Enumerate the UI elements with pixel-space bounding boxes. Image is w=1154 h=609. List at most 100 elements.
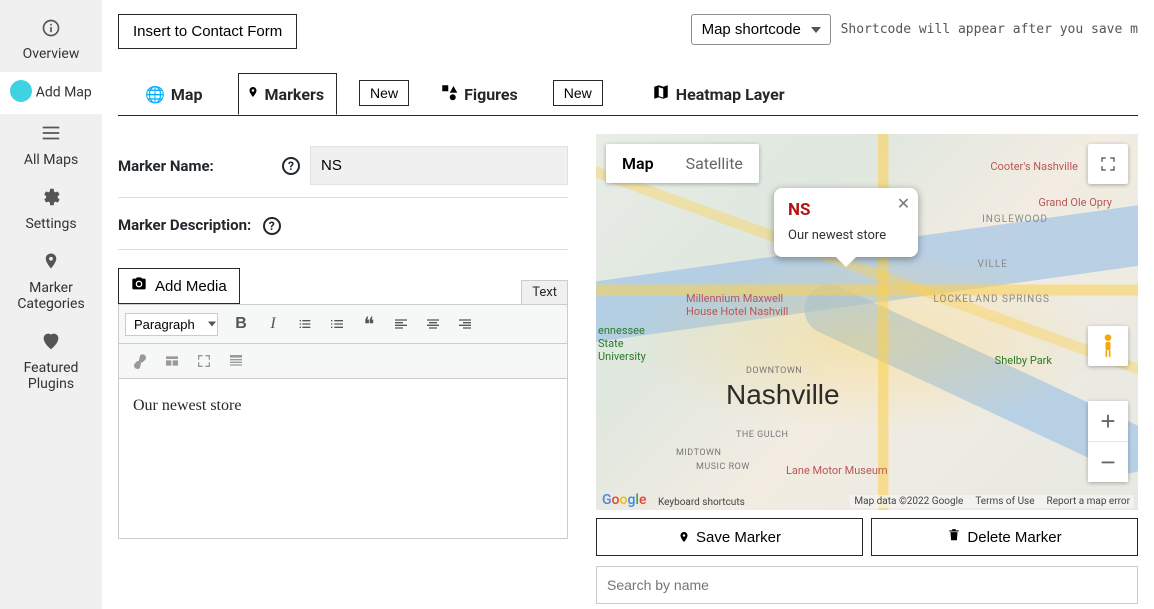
map-data-label: Map data ©2022 Google [854,496,963,507]
align-center-button[interactable] [418,309,448,339]
sidebar-item-featured-plugins[interactable]: Featured Plugins [0,322,102,402]
fullscreen-button[interactable] [1088,144,1128,184]
tab-label: Map [171,85,203,104]
map-region-label: LOCKELAND SPRINGS [933,294,1050,305]
map-type-control: Map Satellite [606,144,759,183]
toolbar-toggle-button[interactable] [221,346,251,376]
marker-desc-label: Marker Description: [118,216,251,234]
editor-toolbar: Paragraph B I ❝ [118,304,568,344]
add-media-button[interactable]: Add Media [118,268,240,304]
tab-figures[interactable]: Figures [431,72,531,116]
info-window-desc: Our newest store [788,228,886,243]
bullet-list-button[interactable] [290,309,320,339]
sidebar-item-label: Overview [23,46,80,62]
report-link[interactable]: Report a map error [1047,496,1130,507]
marker-name-field: Marker Name: ? [118,134,568,198]
fullscreen-button[interactable] [189,346,219,376]
map-region-label: INGLEWOOD [982,214,1048,225]
top-row: Insert to Contact Form Map shortcode Sho… [118,14,1138,49]
figures-new-button[interactable]: New [553,80,603,106]
paragraph-select[interactable]: Paragraph [125,313,218,336]
sidebar: Overview + Add Map All Maps Settings Mar… [0,0,102,609]
marker-desc-row: Marker Description: ? [118,198,568,250]
sidebar-item-label: Add Map [36,85,92,101]
terms-link[interactable]: Terms of Use [975,496,1034,507]
tab-label: Heatmap Layer [676,85,785,104]
sidebar-item-label: Settings [25,216,76,232]
map-poi-label: Cooter's Nashville [990,160,1078,173]
zoom-out-button[interactable]: − [1088,442,1128,482]
sidebar-item-label: Marker Categories [17,280,84,312]
sidebar-item-marker-categories[interactable]: Marker Categories [0,242,102,322]
close-icon[interactable]: ✕ [897,194,910,214]
info-window-title: NS [788,200,886,220]
zoom-control: + − [1088,401,1128,482]
tab-markers[interactable]: Markers [238,73,338,115]
pegman-control[interactable] [1088,326,1128,366]
keyboard-shortcuts-link[interactable]: Keyboard shortcuts [658,497,745,508]
map-park-label: Shelby Park [995,354,1052,367]
insert-contact-form-button[interactable]: Insert to Contact Form [118,14,297,49]
google-logo: Google [602,492,646,508]
tab-heatmap[interactable]: Heatmap Layer [643,72,798,116]
italic-button[interactable]: I [258,309,288,339]
editor-body[interactable]: Our newest store [118,379,568,539]
link-button[interactable] [125,346,155,376]
map-city-label: Nashville [726,379,840,411]
markers-new-button[interactable]: New [359,80,409,106]
insert-button[interactable] [157,346,187,376]
gear-icon [4,186,98,214]
editor-top: Add Media Text [118,268,568,304]
sidebar-item-all-maps[interactable]: All Maps [0,114,102,178]
tab-label: Figures [464,85,518,104]
sidebar-item-add-map[interactable]: + Add Map [0,72,102,114]
info-window: ✕ NS Our newest store [774,188,918,257]
marker-name-label: Marker Name: [118,157,268,175]
list-icon [4,122,98,150]
search-row [596,566,1138,604]
number-list-button[interactable] [322,309,352,339]
pin-icon [4,250,98,278]
marker-name-input[interactable] [310,146,568,185]
help-icon[interactable]: ? [263,217,281,235]
map-tsu-label: ennesseeStateUniversity [598,324,646,363]
sidebar-item-label: All Maps [24,152,78,168]
shortcode-note: Shortcode will appear after you save m [841,22,1138,37]
delete-marker-button[interactable]: Delete Marker [871,518,1138,556]
editor-wrap: Add Media Text Paragraph B I [118,268,568,539]
plus-circle-icon: + [10,80,32,102]
map-credits: Map data ©2022 Google Terms of Use Repor… [850,495,1134,508]
trash-icon [947,527,961,547]
map-neigh-label: DOWNTOWN [746,366,802,376]
shapes-icon [440,83,458,105]
map-type-map[interactable]: Map [606,144,670,183]
info-icon [4,16,98,44]
shortcode-row: Map shortcode Shortcode will appear afte… [691,14,1138,45]
sidebar-item-settings[interactable]: Settings [0,178,102,242]
help-icon[interactable]: ? [282,157,300,175]
search-input[interactable] [596,566,1138,604]
save-marker-button[interactable]: Save Marker [596,518,863,556]
map-column: Map Satellite + − Nashville [596,134,1138,604]
map-region-label: VILLE [977,259,1008,270]
map-icon [652,83,670,105]
map-type-satellite[interactable]: Satellite [670,144,759,183]
map-neigh-label: THE GULCH [736,430,788,440]
sidebar-item-overview[interactable]: Overview [0,8,102,72]
align-right-button[interactable] [450,309,480,339]
zoom-in-button[interactable]: + [1088,401,1128,441]
tab-label: Markers [265,85,325,104]
map-canvas[interactable]: Map Satellite + − Nashville [596,134,1138,510]
align-left-button[interactable] [386,309,416,339]
map-poi-label: Lane Motor Museum [786,464,888,477]
app-layout: Overview + Add Map All Maps Settings Mar… [0,0,1154,609]
map-actions: Save Marker Delete Marker [596,518,1138,556]
form-column: Marker Name: ? Marker Description: ? [118,134,568,604]
heart-icon [4,330,98,358]
blockquote-button[interactable]: ❝ [354,309,384,339]
text-tab[interactable]: Text [521,280,568,304]
media-icon [131,276,147,296]
bold-button[interactable]: B [226,309,256,339]
shortcode-select[interactable]: Map shortcode [691,14,831,45]
tab-map[interactable]: 🌐 Map [136,74,216,115]
